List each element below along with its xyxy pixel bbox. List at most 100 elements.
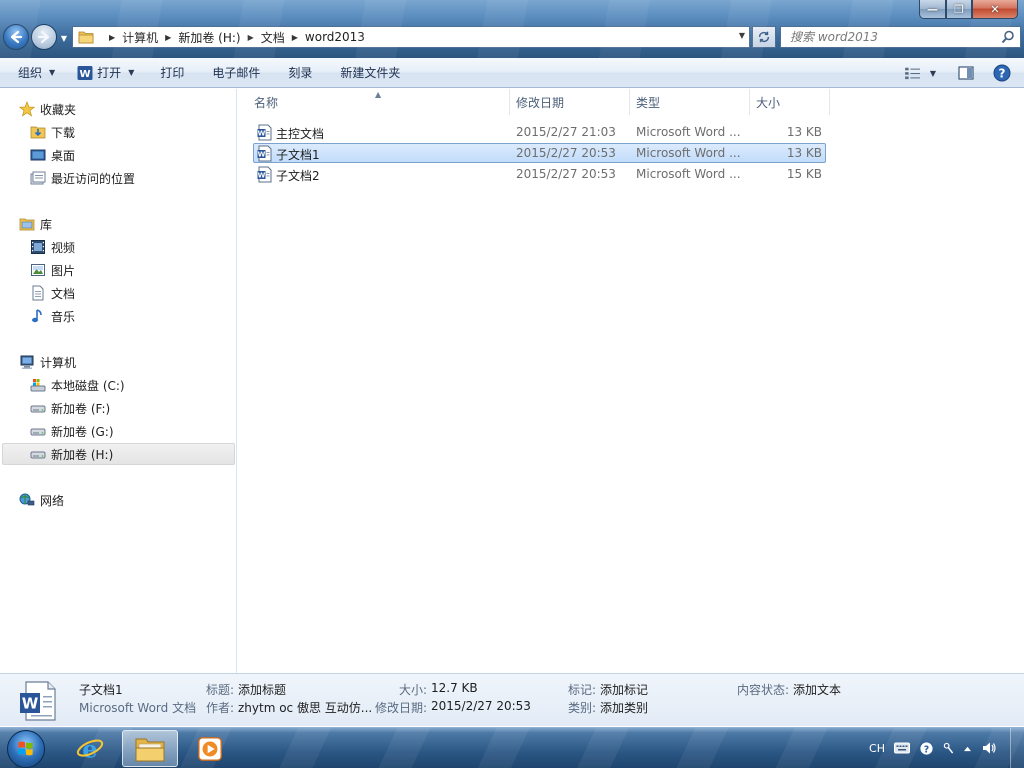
breadcrumb-separator-icon[interactable]: ▶ bbox=[165, 33, 171, 42]
details-content-status-value[interactable]: 添加文本 bbox=[793, 681, 841, 698]
window-controls: — ❐ ✕ bbox=[919, 0, 1018, 19]
close-button[interactable]: ✕ bbox=[972, 0, 1018, 19]
file-list: 名称 ▲ 修改日期 类型 大小 W 主控文档 2015/2/27 21:03 M… bbox=[237, 89, 1024, 673]
nav-item-label: 新加卷 (H:) bbox=[51, 447, 114, 462]
ime-options-icon[interactable] bbox=[943, 742, 954, 755]
refresh-button[interactable] bbox=[752, 26, 776, 48]
help-button[interactable]: ? bbox=[990, 61, 1014, 85]
language-indicator[interactable]: CH bbox=[869, 742, 885, 755]
start-button[interactable] bbox=[7, 730, 45, 768]
view-details-icon bbox=[905, 67, 920, 80]
computer-icon bbox=[20, 355, 34, 369]
svg-text:W: W bbox=[22, 695, 39, 713]
svg-text:W: W bbox=[258, 151, 266, 159]
details-tags-label: 标记: bbox=[568, 683, 597, 697]
minimize-icon: — bbox=[927, 2, 938, 16]
column-header-size[interactable]: 大小 bbox=[750, 89, 830, 115]
column-header-modified[interactable]: 修改日期 bbox=[510, 89, 630, 115]
print-button[interactable]: 打印 bbox=[152, 61, 192, 85]
drive-icon bbox=[30, 428, 46, 436]
nav-item-desktop[interactable]: 桌面 bbox=[0, 144, 236, 166]
minimize-button[interactable]: — bbox=[919, 0, 946, 19]
organize-button[interactable]: 组织 ▼ bbox=[10, 61, 63, 85]
email-label: 电子邮件 bbox=[212, 66, 261, 80]
recent-places-icon bbox=[30, 171, 46, 185]
video-icon bbox=[31, 240, 45, 254]
file-size: 15 KB bbox=[786, 167, 822, 181]
details-tags-value[interactable]: 添加标记 bbox=[600, 681, 648, 698]
breadcrumb-documents[interactable]: 文档 bbox=[261, 29, 285, 46]
nav-item-downloads[interactable]: 下载 bbox=[0, 121, 236, 143]
file-row[interactable]: W 主控文档 2015/2/27 21:03 Microsoft Word ..… bbox=[253, 122, 826, 142]
details-title-value[interactable]: 添加标题 bbox=[238, 681, 286, 698]
breadcrumb-separator-icon[interactable]: ▶ bbox=[109, 33, 115, 42]
nav-computer[interactable]: 计算机 bbox=[0, 351, 236, 373]
svg-text:e: e bbox=[82, 734, 98, 763]
breadcrumb-computer[interactable]: 计算机 bbox=[122, 29, 158, 46]
nav-item-music[interactable]: 音乐 bbox=[0, 305, 236, 327]
nav-favorites-label: 收藏夹 bbox=[40, 102, 77, 117]
file-modified: 2015/2/27 20:53 bbox=[516, 167, 616, 181]
address-history-dropdown[interactable]: ▼ bbox=[739, 31, 745, 40]
refresh-icon bbox=[758, 31, 770, 43]
file-size: 13 KB bbox=[786, 125, 822, 139]
open-button[interactable]: W 打开 ▼ bbox=[69, 61, 142, 85]
downloads-folder-icon bbox=[30, 126, 46, 139]
search-icon[interactable] bbox=[1001, 30, 1015, 44]
desktop-icon bbox=[30, 149, 46, 161]
nav-favorites[interactable]: 收藏夹 bbox=[0, 98, 236, 120]
nav-item-pictures[interactable]: 图片 bbox=[0, 259, 236, 281]
nav-item-drive-h[interactable]: 新加卷 (H:) bbox=[2, 443, 235, 465]
nav-item-label: 本地磁盘 (C:) bbox=[51, 378, 125, 393]
breadcrumb-word2013[interactable]: word2013 bbox=[305, 30, 365, 44]
column-header-type[interactable]: 类型 bbox=[630, 89, 750, 115]
details-category-value[interactable]: 添加类别 bbox=[600, 699, 648, 716]
preview-pane-button[interactable] bbox=[954, 61, 978, 85]
star-icon bbox=[19, 101, 35, 117]
nav-item-recent-places[interactable]: 最近访问的位置 bbox=[0, 167, 236, 189]
nav-item-drive-c[interactable]: 本地磁盘 (C:) bbox=[0, 374, 236, 396]
command-bar: 组织 ▼ W 打开 ▼ 打印 电子邮件 刻录 新建文件夹 ▼ ? bbox=[0, 58, 1024, 88]
ime-help-icon[interactable]: ? bbox=[919, 740, 934, 756]
breadcrumb-separator-icon[interactable]: ▶ bbox=[248, 33, 254, 42]
change-view-button[interactable]: ▼ bbox=[898, 61, 942, 85]
taskbar-media-player-button[interactable] bbox=[182, 730, 238, 767]
breadcrumb-drive-h[interactable]: 新加卷 (H:) bbox=[178, 29, 240, 46]
new-folder-label: 新建文件夹 bbox=[340, 66, 401, 80]
details-file-type: Microsoft Word 文档 bbox=[79, 701, 197, 715]
new-folder-button[interactable]: 新建文件夹 bbox=[332, 61, 408, 85]
show-desktop-button[interactable] bbox=[1010, 728, 1024, 768]
taskbar-ie-button[interactable]: e bbox=[62, 730, 118, 767]
nav-item-documents[interactable]: 文档 bbox=[0, 282, 236, 304]
nav-item-drive-f[interactable]: 新加卷 (F:) bbox=[0, 397, 236, 419]
address-bar[interactable]: ▶ 计算机 ▶ 新加卷 (H:) ▶ 文档 ▶ word2013 ▼ bbox=[72, 26, 750, 48]
show-hidden-icons-button[interactable] bbox=[963, 745, 972, 752]
burn-button[interactable]: 刻录 bbox=[280, 61, 320, 85]
arrow-right-icon bbox=[37, 30, 50, 44]
file-row[interactable]: W 子文档2 2015/2/27 20:53 Microsoft Word ..… bbox=[253, 164, 826, 184]
forward-button[interactable] bbox=[31, 24, 57, 50]
details-author-value[interactable]: zhytm oc 傲思 互动仿... bbox=[238, 699, 372, 716]
volume-icon[interactable] bbox=[981, 740, 997, 756]
nav-computer-label: 计算机 bbox=[40, 355, 77, 370]
file-row-selected[interactable]: W 子文档1 2015/2/27 20:53 Microsoft Word ..… bbox=[253, 143, 826, 163]
column-header-name[interactable]: 名称 bbox=[237, 89, 510, 115]
recent-pages-dropdown[interactable]: ▼ bbox=[59, 32, 69, 44]
details-pane: W 子文档1 Microsoft Word 文档 标题: 添加标题 作者: zh… bbox=[0, 673, 1024, 726]
breadcrumb-separator-icon[interactable]: ▶ bbox=[292, 33, 298, 42]
email-button[interactable]: 电子邮件 bbox=[204, 61, 268, 85]
toolbar-right-group: ▼ ? bbox=[898, 61, 1024, 85]
maximize-button[interactable]: ❐ bbox=[946, 0, 972, 19]
nav-libraries[interactable]: 库 bbox=[0, 213, 236, 235]
nav-item-videos[interactable]: 视频 bbox=[0, 236, 236, 258]
keyboard-icon[interactable] bbox=[894, 742, 910, 754]
print-label: 打印 bbox=[160, 66, 185, 80]
nav-item-label: 图片 bbox=[51, 263, 76, 278]
nav-network[interactable]: 网络 bbox=[0, 489, 236, 511]
taskbar-explorer-button[interactable] bbox=[122, 730, 178, 767]
chevron-down-icon: ▼ bbox=[929, 68, 937, 78]
search-box[interactable] bbox=[780, 26, 1021, 48]
search-input[interactable] bbox=[790, 30, 990, 44]
back-button[interactable] bbox=[3, 24, 29, 50]
nav-item-drive-g[interactable]: 新加卷 (G:) bbox=[0, 420, 236, 442]
